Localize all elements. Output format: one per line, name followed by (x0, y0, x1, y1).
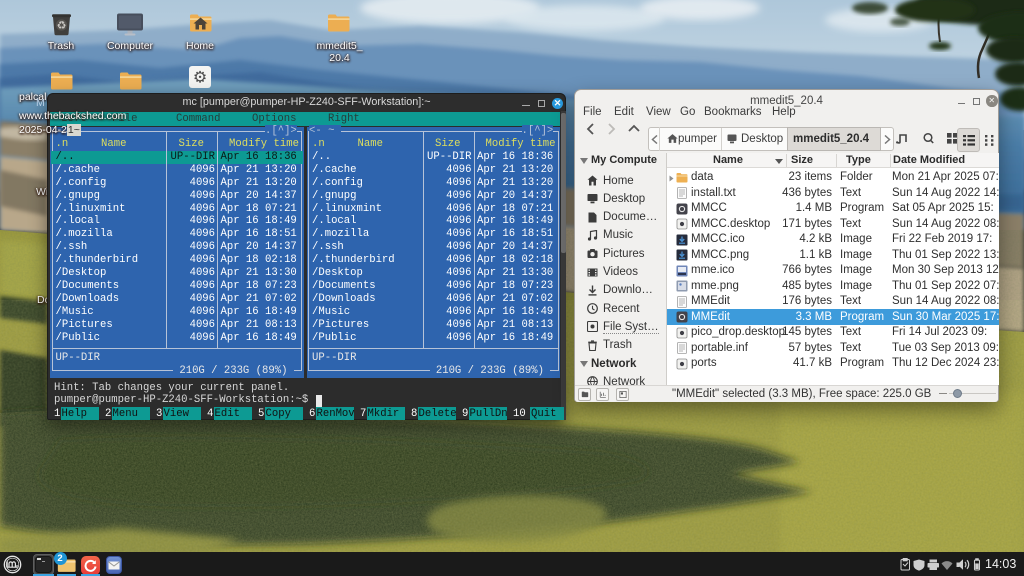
svg-text:♻: ♻ (57, 20, 67, 32)
svg-text:⚙: ⚙ (193, 70, 207, 87)
